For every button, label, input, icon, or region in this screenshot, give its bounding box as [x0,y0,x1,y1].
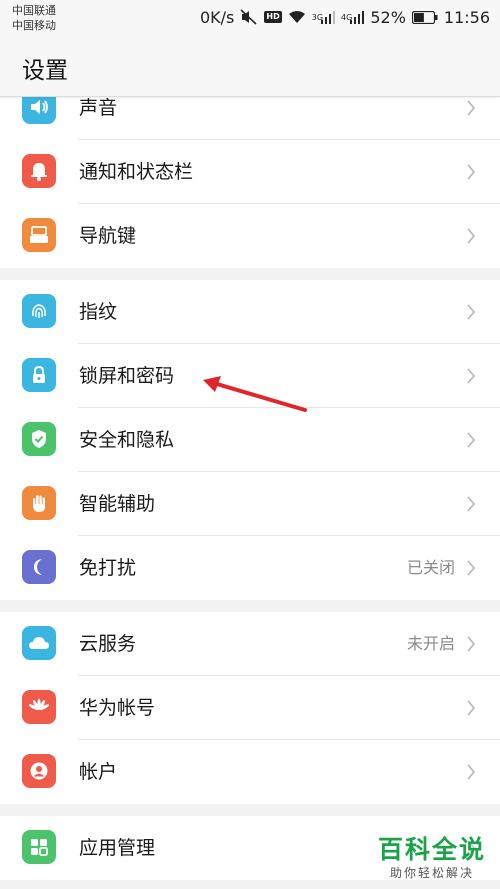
settings-item-fingerprint[interactable]: 指纹 [0,280,500,344]
do-not-disturb-status: 已关闭 [406,558,455,577]
carrier-1: 中国联通 [12,4,56,17]
chevron-right-icon [467,164,476,180]
person-icon [22,754,56,788]
chevron-right-icon [467,228,476,244]
watermark-subtitle: 助你轻松解决 [389,866,474,880]
settings-group-sound-notification: 声音 通知和状态栏 导航键 [0,96,500,268]
huawei-logo-icon [22,690,56,724]
battery-percent: 52% [370,7,406,27]
status-icons: 0K/s HD 3G 4G 52% 11:56 [200,6,490,28]
moon-icon [22,550,56,584]
chevron-right-icon [467,636,476,652]
settings-item-label: 云服务 [79,633,137,655]
apps-grid-icon [22,830,56,864]
settings-item-security-privacy[interactable]: 安全和隐私 [0,408,500,472]
settings-item-smart-assistance[interactable]: 智能辅助 [0,472,500,536]
settings-item-label: 锁屏和密码 [79,365,175,387]
settings-group-accounts: 云服务 未开启 华为帐号 帐户 [0,612,500,804]
hd-badge: HD [264,11,282,23]
signal-4g-icon: 4G [341,10,365,24]
carrier-info: 中国联通 中国移动 [12,3,56,33]
settings-list[interactable]: 声音 通知和状态栏 导航键 指纹 锁屏和密码 安全和隐私 智能辅助 免打扰 已关… [0,96,500,889]
watermark-logo: 百科全说 助你轻松解决 [378,835,486,881]
settings-group-security: 指纹 锁屏和密码 安全和隐私 智能辅助 免打扰 已关闭 [0,280,500,600]
navigation-key-icon [22,218,56,252]
settings-item-huawei-id[interactable]: 华为帐号 [0,676,500,740]
settings-item-sound[interactable]: 声音 [0,96,500,140]
chevron-right-icon [467,764,476,780]
settings-item-label: 安全和隐私 [79,429,175,451]
header: 设置 [0,36,500,97]
settings-item-label: 导航键 [79,225,137,247]
shield-check-icon [22,422,56,456]
settings-item-do-not-disturb[interactable]: 免打扰 已关闭 [0,536,500,600]
settings-item-accounts[interactable]: 帐户 [0,740,500,804]
wifi-icon [288,10,306,24]
settings-item-navigation-keys[interactable]: 导航键 [0,204,500,268]
chevron-right-icon [467,304,476,320]
chevron-right-icon [467,496,476,512]
chevron-right-icon [467,100,476,116]
settings-item-lock-screen[interactable]: 锁屏和密码 [0,344,500,408]
speaker-icon [22,96,56,124]
bell-icon [22,154,56,188]
settings-item-label: 应用管理 [79,837,156,859]
settings-item-notification[interactable]: 通知和状态栏 [0,140,500,204]
mute-icon [240,9,258,25]
chevron-right-icon [467,432,476,448]
cloud-icon [22,626,56,660]
clock: 11:56 [443,7,490,27]
settings-item-label: 华为帐号 [79,697,156,719]
fingerprint-icon [22,294,56,328]
signal-3g-icon: 3G [312,10,336,24]
settings-item-cloud[interactable]: 云服务 未开启 [0,612,500,676]
settings-item-label: 帐户 [79,761,118,783]
settings-item-label: 指纹 [79,301,118,323]
cloud-status: 未开启 [406,634,455,653]
page-title: 设置 [22,58,68,84]
chevron-right-icon [467,560,476,576]
watermark-title: 百科全说 [377,835,486,864]
settings-item-label: 智能辅助 [79,493,156,515]
settings-item-label: 声音 [79,97,118,119]
carrier-2: 中国移动 [12,19,56,32]
chevron-right-icon [467,368,476,384]
settings-item-label: 通知和状态栏 [79,161,194,183]
settings-item-label: 免打扰 [79,557,137,579]
hand-icon [22,486,56,520]
status-bar: 中国联通 中国移动 0K/s HD 3G 4G 52% 11:56 [0,0,500,36]
chevron-right-icon [467,700,476,716]
lock-icon [22,358,56,392]
network-speed: 0K/s [199,7,235,27]
battery-icon [411,10,438,24]
